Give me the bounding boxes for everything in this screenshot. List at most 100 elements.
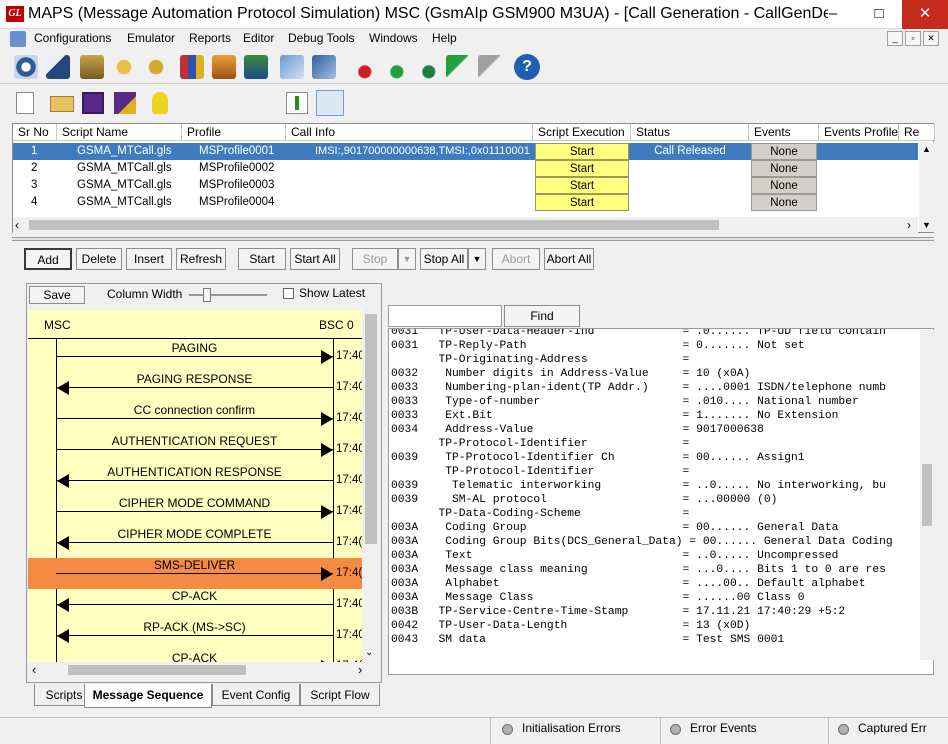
menu-reports[interactable]: Reports xyxy=(189,31,231,45)
events-button[interactable]: None xyxy=(751,194,817,211)
abort-button[interactable]: Abort xyxy=(492,248,540,270)
scroll-down-icon[interactable]: ▼ xyxy=(919,220,934,230)
network-pc-icon[interactable] xyxy=(244,55,268,79)
scroll-down-icon[interactable]: ⌄ xyxy=(365,647,373,658)
scroll-right-icon[interactable]: › xyxy=(358,662,362,677)
keys-icon[interactable] xyxy=(144,55,168,79)
seq-hscroll[interactable]: ‹ › xyxy=(28,662,380,678)
insert-button[interactable]: Insert xyxy=(126,248,172,270)
scroll-left-icon[interactable]: ‹ xyxy=(15,218,19,232)
events-button[interactable]: None xyxy=(751,177,817,194)
profile-books-icon[interactable] xyxy=(180,55,204,79)
col-script-name[interactable]: Script Name xyxy=(57,124,182,141)
db-edit-icon[interactable] xyxy=(80,55,104,79)
start-script-button[interactable]: Start xyxy=(535,143,629,160)
scroll-up-icon[interactable]: ▲ xyxy=(919,144,934,154)
tree-down-icon[interactable] xyxy=(316,90,344,116)
table-row[interactable]: 1 GSMA_MTCall.gls MSProfile0001 IMSI:,90… xyxy=(13,143,918,160)
signal-tool-icon[interactable] xyxy=(312,55,336,79)
sequence-message[interactable]: PAGING RESPONSE 17:40 xyxy=(28,372,362,403)
start-all-button[interactable]: Start All xyxy=(290,248,340,270)
tab-message-sequence[interactable]: Message Sequence xyxy=(84,684,212,708)
mdi-app-icon[interactable] xyxy=(10,31,26,47)
decode-line[interactable]: TP-Data-Coding-Scheme = xyxy=(391,507,689,521)
stop-all-button[interactable]: Stop All xyxy=(420,248,468,270)
close-button[interactable]: ✕ xyxy=(902,0,948,29)
menu-emulator[interactable]: Emulator xyxy=(127,31,175,45)
stop-dropdown-icon[interactable]: ▼ xyxy=(398,248,416,270)
edit-check-icon[interactable] xyxy=(280,55,304,79)
minimize-button[interactable]: – xyxy=(810,0,856,29)
decode-line[interactable]: 0033 Type-of-number = .010.... National … xyxy=(391,395,859,409)
transfer-icon[interactable] xyxy=(446,55,470,79)
scroll-thumb[interactable] xyxy=(365,314,377,544)
decode-line[interactable]: TP-Protocol-Identifier = xyxy=(391,465,689,479)
decode-line[interactable]: TP-Protocol-Identifier = xyxy=(391,437,689,451)
decode-line[interactable]: 003A Alphabet = ....00.. Default alphabe… xyxy=(391,577,866,591)
help-icon[interactable]: ? xyxy=(514,54,540,80)
decode-line[interactable]: 0034 Address-Value = 9017000638 xyxy=(391,423,764,437)
decode-line[interactable]: 0043 SM data = Test SMS 0001 xyxy=(391,633,784,647)
seq-vscroll[interactable]: ⌄ xyxy=(362,310,380,662)
menu-editor[interactable]: Editor xyxy=(243,31,274,45)
decode-line[interactable]: 003A Message Class = ......00 Class 0 xyxy=(391,591,805,605)
slider-handle[interactable] xyxy=(203,288,211,302)
scroll-thumb[interactable] xyxy=(922,464,932,526)
start-script-button[interactable]: Start xyxy=(535,177,629,194)
decode-line[interactable]: 0033 Ext.Bit = 1....... No Extension xyxy=(391,409,838,423)
col-status[interactable]: Status xyxy=(631,124,749,141)
pane-splitter[interactable] xyxy=(12,237,934,241)
menu-help[interactable]: Help xyxy=(432,31,457,45)
tree-up-icon[interactable] xyxy=(286,92,308,114)
key-tools-icon[interactable] xyxy=(112,55,136,79)
decode-line[interactable]: 003A Text = ..0..... Uncompressed xyxy=(391,549,838,563)
menu-debug-tools[interactable]: Debug Tools xyxy=(288,31,355,45)
maximize-button[interactable]: □ xyxy=(856,0,902,29)
decode-line[interactable]: 0039 Telematic interworking = ..0..... N… xyxy=(391,479,886,493)
col-sr-no[interactable]: Sr No xyxy=(13,124,57,141)
decode-line[interactable]: 0039 TP-Protocol-Identifier Ch = 00.....… xyxy=(391,451,805,465)
status-captured-err[interactable]: Captured Err xyxy=(858,721,927,735)
refresh-button[interactable]: Refresh xyxy=(176,248,226,270)
sequence-message[interactable]: CC connection confirm 17:40 xyxy=(28,403,362,434)
sequence-message[interactable]: AUTHENTICATION RESPONSE 17:40 xyxy=(28,465,362,496)
decode-line[interactable]: TP-Originating-Address = xyxy=(391,353,689,367)
scroll-thumb[interactable] xyxy=(68,665,246,675)
col-events[interactable]: Events xyxy=(749,124,819,141)
mdi-restore-button[interactable]: ▫ xyxy=(905,31,921,46)
decode-line[interactable]: 0032 Number digits in Address-Value = 10… xyxy=(391,367,750,381)
col-re[interactable]: Re xyxy=(899,124,935,141)
column-width-slider[interactable] xyxy=(189,288,267,302)
notes-icon[interactable] xyxy=(46,55,70,79)
tab-script-flow[interactable]: Script Flow xyxy=(300,684,380,706)
scroll-left-icon[interactable]: ‹ xyxy=(32,662,36,677)
decode-vscroll[interactable] xyxy=(920,330,934,660)
add-button[interactable]: Add xyxy=(24,248,72,270)
decode-line[interactable]: 0031 TP-User-Data-Header-Ind = .0...... … xyxy=(391,329,886,339)
events-button[interactable]: None xyxy=(751,160,817,177)
table-row[interactable]: 4 GSMA_MTCall.gls MSProfile0004 Start No… xyxy=(13,194,918,211)
save-icon[interactable] xyxy=(82,92,104,114)
stop-button[interactable]: Stop xyxy=(352,248,398,270)
table-row[interactable]: 3 GSMA_MTCall.gls MSProfile0003 Start No… xyxy=(13,177,918,194)
decode-line[interactable]: 003A Coding Group Bits(DCS_General_Data)… xyxy=(391,535,893,549)
tab-event-config[interactable]: Event Config xyxy=(212,684,300,706)
save-as-icon[interactable] xyxy=(114,92,136,114)
col-call-info[interactable]: Call Info xyxy=(286,124,533,141)
save-sequence-button[interactable]: Save xyxy=(29,286,85,304)
stop-all-dropdown-icon[interactable]: ▼ xyxy=(468,248,486,270)
scroll-thumb[interactable] xyxy=(29,220,719,230)
start-script-button[interactable]: Start xyxy=(535,194,629,211)
briefcase-icon[interactable] xyxy=(212,55,236,79)
sequence-message[interactable]: PAGING 17:40 xyxy=(28,341,362,372)
col-script-execution[interactable]: Script Execution xyxy=(533,124,631,141)
events-button[interactable]: None xyxy=(751,143,817,160)
sequence-message[interactable]: CP-ACK 17:40 xyxy=(28,589,362,620)
sequence-message[interactable]: RP-ACK (MS->SC) 17:40 xyxy=(28,620,362,651)
decode-line[interactable]: 003A Coding Group = 00...... General Dat… xyxy=(391,521,838,535)
table-row[interactable]: 2 GSMA_MTCall.gls MSProfile0002 Start No… xyxy=(13,160,918,177)
decode-line[interactable]: 0033 Numbering-plan-ident(TP Addr.) = ..… xyxy=(391,381,886,395)
decode-line[interactable]: 003A Message class meaning = ...0.... Bi… xyxy=(391,563,886,577)
decode-view[interactable]: 0031 TP-User-Data-Header-Ind = .0...... … xyxy=(388,329,934,675)
sequence-message[interactable]: SMS-DELIVER 17:4( xyxy=(28,558,362,589)
